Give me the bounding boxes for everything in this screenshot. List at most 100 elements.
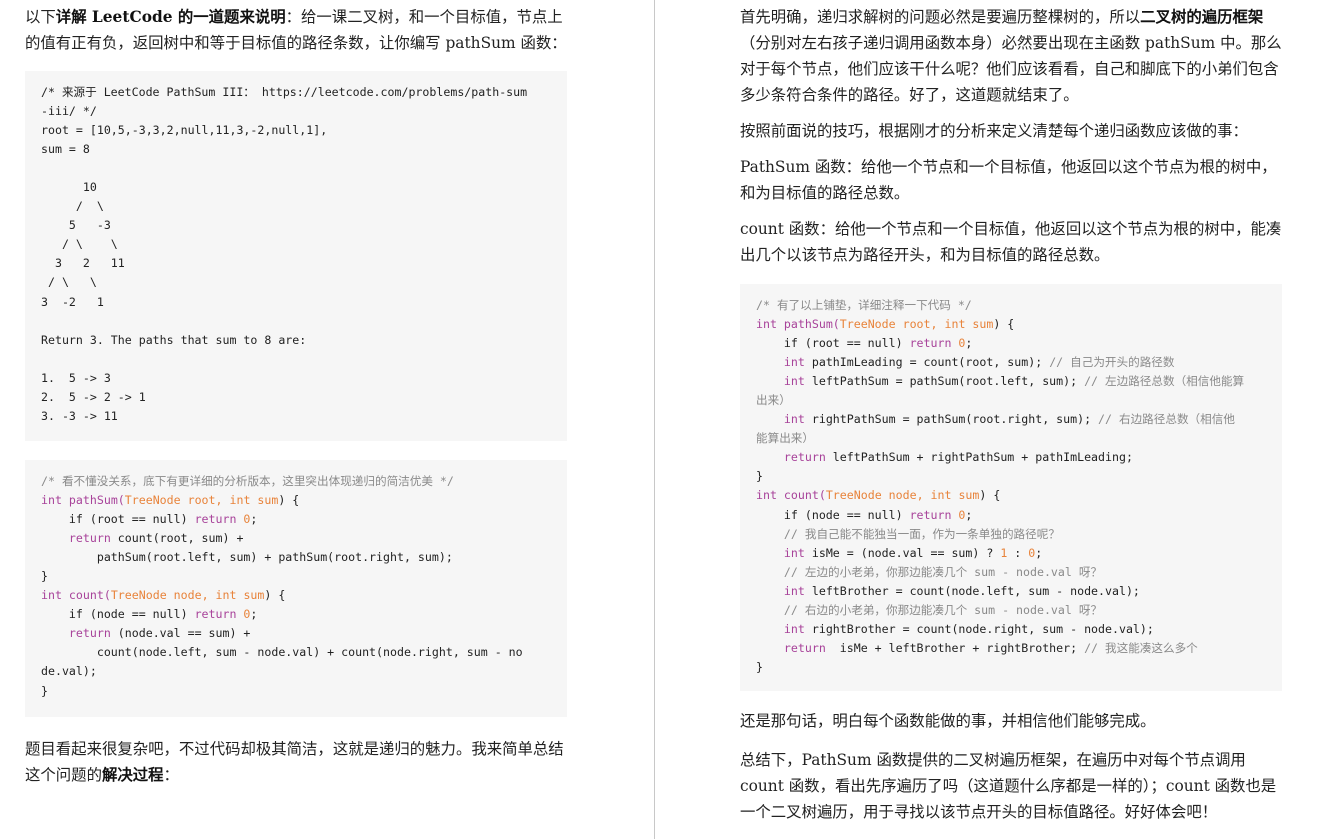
analysis-bold: 二叉树的遍历框架 [1140,8,1264,26]
pathsum-definition-paragraph: PathSum 函数：给他一个节点和一个目标值，他返回以这个节点为根的树中，和为… [740,158,1277,202]
code-text: pathSum(root.left, sum) + pathSum(root.r… [41,550,453,565]
code-keyword: int [756,317,777,332]
code-text: } [756,469,763,484]
problem-code-block: /* 来源于 LeetCode PathSum III： https://lee… [25,71,567,441]
detailed-code-block: /* 有了以上铺垫，详细注释一下代码 */ int pathSum(TreeNo… [740,284,1282,691]
code-keyword: return [41,531,111,546]
analysis-paragraph: 首先明确，递归求解树的问题必然是要遍历整棵树的，所以二叉树的遍历框架 （分别对左右… [740,4,1285,108]
analysis-text-1: 首先明确，递归求解树的问题必然是要遍历整棵树的，所以 [740,8,1141,26]
code-keyword: return [756,640,826,655]
code-params: TreeNode root, int sum [839,317,994,332]
code-keyword: return [756,450,826,465]
code-keyword: int [756,355,805,370]
problem-code-line: / \ \ [41,275,97,290]
code-number: 0 [951,336,966,351]
code-function-name: pathSum( [61,493,125,508]
code-comment: /* 看不懂没关系，底下有更详细的分析版本，这里突出体现递归的简洁优美 */ [41,474,454,488]
code-text: if (root == null) [41,512,195,527]
analysis-text-2: （分别对左右孩子递归调用函数本身）必然要出现在主函数 pathSum 中。那么对… [740,34,1282,104]
code-text: count(node.left, sum - node.val) + count… [41,645,523,660]
problem-code-line: 1. 5 -> 3 [41,370,111,385]
code-text: ) { [993,317,1015,332]
code-text: : [1007,545,1029,560]
code-comment: // 右边路径总数（相信他 [1098,412,1235,427]
intro-text-1: 以下 [25,8,56,26]
code-keyword: int [756,545,805,560]
code-comment: 出来） [756,393,791,408]
code-text: leftPathSum = pathSum(root.left, sum); [804,374,1085,389]
outro-paragraph: 题目看起来很复杂吧，不过代码却极其简洁，这就是递归的魅力。我来简单总结这个问题的… [25,736,570,788]
problem-code-line: / \ \ [41,237,118,252]
code-keyword: int [41,493,62,508]
summary-paragraph: 总结下，PathSum 函数提供的二叉树遍历框架，在遍历中对每个节点调用 cou… [740,751,1277,821]
code-text: rightBrother = count(node.right, sum - n… [804,621,1154,636]
code-keyword: return [194,512,237,527]
intro-bold: 详解 LeetCode 的一道题来说明 [55,8,286,26]
solution-code-block: /* 看不懂没关系，底下有更详细的分析版本，这里突出体现递归的简洁优美 */ i… [25,460,567,717]
code-keyword: int [756,621,805,636]
believe-paragraph: 还是那句话，明白每个函数能做的事，并相信他们能够完成。 [740,712,1156,730]
code-text: ) { [264,588,286,603]
code-comment: // 我这能凑这么多个 [1084,640,1198,655]
problem-code-line: 3 2 11 [41,256,125,271]
code-text: rightPathSum = pathSum(root.right, sum); [804,412,1099,427]
code-function-name: count( [61,588,111,603]
code-text: ) { [278,493,300,508]
code-params: TreeNode root, int sum [124,493,279,508]
count-definition-paragraph: count 函数：给他一个节点和一个目标值，他返回以这个节点为根的树中，能凑出几… [740,220,1282,264]
code-comment: // 左边路径总数（相信他能算 [1084,374,1245,389]
code-text: count(root, sum) + [110,531,244,546]
problem-code-line: / \ [41,199,104,214]
problem-code-line: 5 -3 [41,218,111,233]
code-text: leftBrother = count(node.left, sum - nod… [804,583,1140,598]
code-text: ; [965,507,973,522]
code-keyword: int [756,374,805,389]
code-text: leftPathSum + rightPathSum + pathImLeadi… [825,450,1133,465]
outro-bold: 解决过程 [101,766,164,784]
code-keyword: return [41,626,111,641]
technique-paragraph: 按照前面说的技巧，根据刚才的分析来定义清楚每个递归函数应该做的事： [740,122,1248,140]
code-keyword: int [756,583,805,598]
code-keyword: int [756,488,777,503]
code-text: ; [250,512,258,527]
code-text: if (node == null) [756,507,910,522]
code-text: } [41,683,48,698]
outro-text-2: ： [163,766,179,784]
code-text: (node.val == sum) + [110,626,251,641]
code-number: 0 [951,507,966,522]
code-params: TreeNode node, int sum [110,588,265,603]
code-text: if (root == null) [756,336,910,351]
code-function-name: count( [776,488,826,503]
intro-paragraph: 以下详解 LeetCode 的一道题来说明：给一课二叉树，和一个目标值，节点上的… [25,4,570,56]
problem-code-line: root = [10,5,-3,3,2,null,11,3,-2,null,1]… [41,123,328,138]
code-text: de.val); [41,664,97,679]
problem-code-line: 3 -2 1 [41,294,104,309]
left-page: 以下详解 LeetCode 的一道题来说明：给一课二叉树，和一个目标值，节点上的… [0,0,655,839]
code-text: } [41,569,48,584]
code-keyword: return [194,607,237,622]
problem-code-line: 10 [41,180,97,195]
code-comment: // 右边的小老弟，你那边能凑几个 sum - node.val 呀？ [756,602,1103,617]
code-params: TreeNode node, int sum [825,488,980,503]
code-comment: 能算出来） [756,431,814,446]
problem-code-line: 2. 5 -> 2 -> 1 [41,389,146,404]
problem-code-line: sum = 8 [41,142,90,157]
right-page: 首先明确，递归求解树的问题必然是要遍历整棵树的，所以二叉树的遍历框架 （分别对左右… [656,0,1325,839]
code-comment: // 左边的小老弟，你那边能凑几个 sum - node.val 呀？ [756,564,1103,579]
code-text: isMe + leftBrother + rightBrother; [825,640,1085,655]
code-text: pathImLeading = count(root, sum); [804,355,1050,370]
code-keyword: int [41,588,62,603]
code-text: isMe = (node.val == sum) ? [804,545,1001,560]
code-text: ; [965,336,973,351]
code-text: ; [1035,545,1043,560]
code-keyword: return [909,507,952,522]
code-keyword: return [909,336,952,351]
code-comment: // 自己为开头的路径数 [1049,355,1175,370]
code-number: 0 [236,607,251,622]
code-text: ; [250,607,258,622]
problem-code-line: 3. -3 -> 11 [41,408,118,423]
code-number: 0 [236,512,251,527]
problem-code-line: Return 3. The paths that sum to 8 are: [41,332,307,347]
problem-code-line: -iii/ */ [41,104,97,119]
code-text: if (node == null) [41,607,195,622]
